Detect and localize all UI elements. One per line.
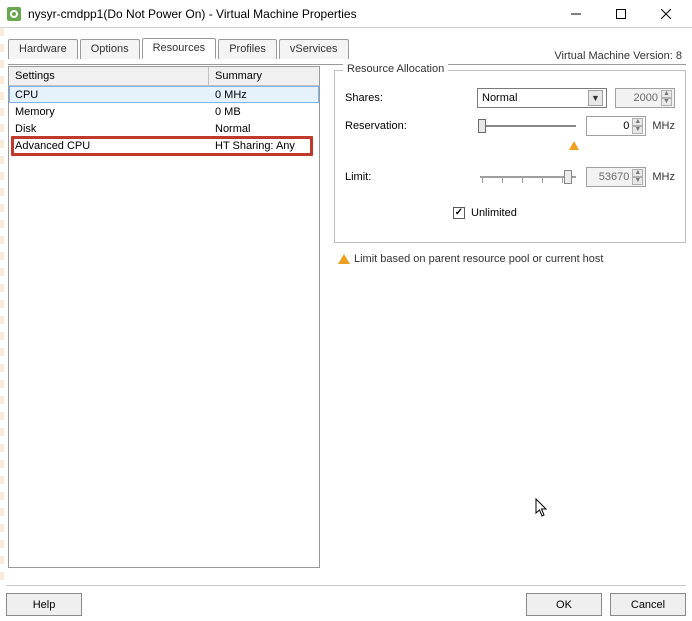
unlimited-checkbox[interactable] xyxy=(453,207,465,219)
tab-profiles[interactable]: Profiles xyxy=(218,39,277,59)
grid-header: Settings Summary xyxy=(9,66,319,86)
limit-note: Limit based on parent resource pool or c… xyxy=(338,253,686,265)
cancel-button[interactable]: Cancel xyxy=(610,593,686,616)
cell: 0 MB xyxy=(209,104,319,120)
grid-row-disk[interactable]: Disk Normal xyxy=(9,120,319,137)
reservation-number-input[interactable] xyxy=(591,120,629,132)
grid-row-cpu[interactable]: CPU 0 MHz xyxy=(9,86,319,103)
tab-hardware[interactable]: Hardware xyxy=(8,39,78,59)
app-icon xyxy=(6,6,22,22)
resource-allocation-group: Resource Allocation Shares: Normal ▼ ▲▼ xyxy=(334,70,686,243)
cell: HT Sharing: Any xyxy=(209,138,319,154)
tab-label: vServices xyxy=(290,43,338,55)
grid-row-advanced-cpu[interactable]: Advanced CPU HT Sharing: Any xyxy=(9,137,319,154)
cell: 0 MHz xyxy=(209,87,319,103)
tab-label: Options xyxy=(91,43,129,55)
row-shares: Shares: Normal ▼ ▲▼ xyxy=(345,87,675,109)
warning-icon xyxy=(569,141,579,150)
maximize-button[interactable] xyxy=(598,1,643,27)
row-limit: Limit: ▲▼ MHz xyxy=(345,166,675,188)
grid-row-memory[interactable]: Memory 0 MB xyxy=(9,103,319,120)
grid-header-settings[interactable]: Settings xyxy=(9,67,209,85)
tab-label: Hardware xyxy=(19,43,67,55)
right-pane: Resource Allocation Shares: Normal ▼ ▲▼ xyxy=(330,66,686,584)
limit-note-text: Limit based on parent resource pool or c… xyxy=(354,253,603,265)
settings-pane: Settings Summary CPU 0 MHz Memory 0 MB D… xyxy=(8,66,330,584)
shares-select-value: Normal xyxy=(482,92,517,104)
shares-number: ▲▼ xyxy=(615,88,675,108)
minimize-button[interactable] xyxy=(553,1,598,27)
grid-header-summary[interactable]: Summary xyxy=(209,67,319,85)
limit-unit: MHz xyxy=(652,171,675,183)
cell: Memory xyxy=(9,104,209,120)
cell: CPU xyxy=(9,87,209,103)
row-reservation: Reservation: ▲▼ MHz xyxy=(345,115,675,137)
help-button[interactable]: Help xyxy=(6,593,82,616)
spinner: ▲▼ xyxy=(661,90,672,106)
cell: Disk xyxy=(9,121,209,137)
tab-options[interactable]: Options xyxy=(80,39,140,59)
content: Hardware Options Resources Profiles vSer… xyxy=(0,28,692,584)
ok-button[interactable]: OK xyxy=(526,593,602,616)
limit-slider xyxy=(478,168,578,186)
tab-label: Profiles xyxy=(229,43,266,55)
window-buttons xyxy=(553,1,688,27)
window-title: nysyr-cmdpp1(Do Not Power On) - Virtual … xyxy=(28,7,553,21)
cell: Normal xyxy=(209,121,319,137)
tab-label: Resources xyxy=(153,42,206,54)
row-unlimited: Unlimited xyxy=(345,202,675,224)
button-label: Help xyxy=(33,599,56,611)
spinner: ▲▼ xyxy=(632,169,643,185)
limit-number: ▲▼ xyxy=(586,167,646,187)
reservation-unit: MHz xyxy=(652,120,675,132)
cell: Advanced CPU xyxy=(9,138,209,154)
left-decoration xyxy=(0,28,4,584)
reservation-number[interactable]: ▲▼ xyxy=(586,116,646,136)
vm-version-label: Virtual Machine Version: 8 xyxy=(554,50,682,62)
shares-select[interactable]: Normal ▼ xyxy=(477,88,607,108)
unlimited-label: Unlimited xyxy=(471,207,517,219)
shares-label: Shares: xyxy=(345,92,433,104)
button-bar: Help OK Cancel xyxy=(6,585,686,615)
group-legend: Resource Allocation xyxy=(343,63,448,75)
shares-number-input xyxy=(620,92,658,104)
limit-number-input xyxy=(591,171,629,183)
reservation-label: Reservation: xyxy=(345,120,433,132)
reservation-slider[interactable] xyxy=(478,117,578,135)
limit-label: Limit: xyxy=(345,171,433,183)
warning-icon xyxy=(338,254,350,264)
button-label: Cancel xyxy=(631,599,665,611)
spinner[interactable]: ▲▼ xyxy=(632,118,643,134)
tab-resources[interactable]: Resources xyxy=(142,38,217,59)
settings-grid: Settings Summary CPU 0 MHz Memory 0 MB D… xyxy=(8,66,320,568)
titlebar: nysyr-cmdpp1(Do Not Power On) - Virtual … xyxy=(0,0,692,28)
chevron-down-icon: ▼ xyxy=(588,90,603,106)
tab-vservices[interactable]: vServices xyxy=(279,39,349,59)
panel-area: Settings Summary CPU 0 MHz Memory 0 MB D… xyxy=(8,66,686,584)
button-label: OK xyxy=(556,599,572,611)
close-button[interactable] xyxy=(643,1,688,27)
